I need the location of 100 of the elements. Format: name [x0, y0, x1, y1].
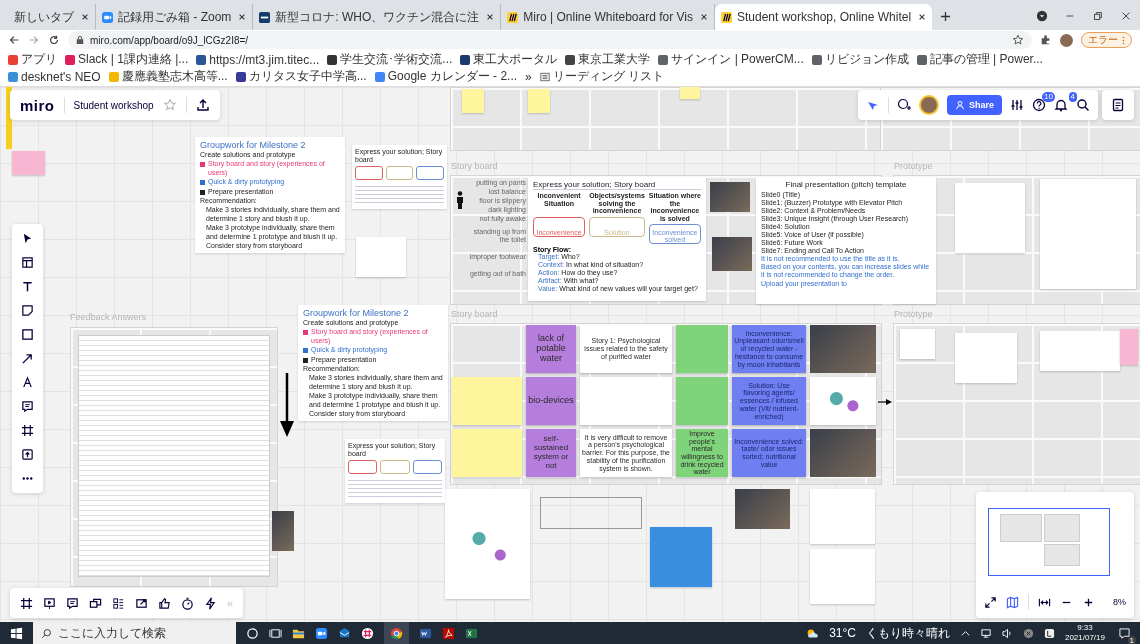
more-bookmarks-button[interactable]: » — [525, 69, 532, 84]
note-card — [452, 377, 522, 425]
profile-avatar[interactable] — [1060, 33, 1073, 47]
close-icon[interactable] — [1120, 10, 1132, 22]
bell-icon[interactable] — [1054, 98, 1068, 112]
bookmark-link[interactable]: 東京工業大学 — [565, 51, 651, 68]
tab-search-icon[interactable] — [1036, 10, 1048, 22]
bookmark-link[interactable]: Google カレンダー - 2... — [374, 68, 518, 85]
board-name[interactable]: Student workshop — [73, 99, 154, 111]
person-icon — [955, 100, 965, 110]
diagram-drawing — [810, 377, 876, 425]
notification-icon[interactable] — [1119, 627, 1130, 639]
templates-icon[interactable] — [21, 256, 34, 269]
card-title: Groupwork for Milestone 2 — [200, 140, 307, 150]
comment-icon[interactable] — [21, 400, 34, 413]
comment-icon[interactable] — [66, 596, 79, 610]
search-field[interactable]: ここに入力して検索 — [33, 622, 236, 644]
browser-tab[interactable]: Student workshop, Online Whitel — [715, 4, 933, 30]
miro-logo[interactable]: miro — [20, 96, 55, 114]
rectangle-icon[interactable] — [21, 328, 34, 341]
close-circle-icon[interactable] — [1022, 627, 1034, 639]
reading-list-button[interactable]: リーディング リスト — [539, 68, 665, 85]
bookmark-link[interactable]: アプリ — [8, 51, 57, 68]
user-avatar[interactable] — [919, 95, 939, 115]
excel-icon[interactable] — [465, 626, 478, 640]
restore-icon[interactable] — [1092, 10, 1104, 22]
frames-icon[interactable] — [20, 596, 33, 610]
frame-icon[interactable] — [21, 424, 34, 437]
close-icon[interactable] — [81, 13, 89, 21]
network-icon[interactable] — [980, 627, 992, 639]
cards-icon[interactable] — [89, 596, 102, 610]
cortana-icon[interactable] — [246, 626, 259, 640]
puzzle-icon[interactable] — [1040, 34, 1052, 46]
bookmark-link[interactable]: リビジョン作成 — [811, 51, 909, 68]
kanban-icon[interactable] — [112, 596, 125, 610]
video-camera-icon — [102, 11, 113, 23]
count-badge: 4 — [1068, 92, 1077, 102]
bookmark-link[interactable]: 学生交流･学術交流... — [327, 51, 453, 68]
bookmark-link[interactable]: カリタス女子中学高... — [235, 68, 367, 85]
share-button[interactable]: Share — [947, 95, 1002, 115]
back-icon[interactable] — [8, 34, 20, 46]
address-bar[interactable]: miro.com/app/board/o9J_lCGz2I8=/ — [68, 31, 1032, 49]
bookmark-link[interactable]: 慶應義塾志木高等... — [108, 68, 228, 85]
timer-icon[interactable] — [181, 596, 194, 610]
presentation-icon[interactable] — [43, 596, 56, 610]
speaker-icon[interactable] — [1001, 627, 1013, 639]
weather-icon[interactable] — [806, 626, 820, 640]
lightning-icon[interactable] — [204, 596, 217, 610]
task-view-icon[interactable] — [269, 626, 282, 640]
bookmark-link[interactable]: サインイン | PowerCM... — [658, 51, 804, 68]
word-icon[interactable] — [419, 626, 432, 640]
windows-start-icon[interactable] — [10, 626, 23, 640]
app-icon[interactable] — [1043, 627, 1055, 639]
thumbs-up-icon[interactable] — [158, 596, 171, 610]
clock[interactable]: 9:33 2021/07/19 — [1064, 623, 1105, 643]
star-icon[interactable] — [1012, 34, 1024, 46]
miro-logo-icon — [721, 11, 732, 23]
fullscreen-icon[interactable] — [984, 595, 997, 609]
story-panel — [355, 166, 383, 181]
line-arrow-icon[interactable] — [21, 352, 34, 365]
bookmark-link[interactable]: Slack | 1課内連絡 |... — [65, 51, 189, 68]
bookmark-link[interactable]: https://mt3.jim.titec... — [196, 51, 320, 68]
reload-icon[interactable] — [48, 34, 60, 46]
add-reaction-icon[interactable] — [897, 98, 911, 112]
chrome-icon[interactable] — [390, 626, 403, 640]
note-card — [955, 333, 1017, 383]
sliders-icon[interactable] — [1010, 98, 1024, 112]
story-panel — [385, 166, 414, 181]
bookmark-link[interactable]: desknet's NEO — [8, 68, 101, 85]
down-arrow-icon — [280, 373, 294, 437]
help-icon[interactable] — [1032, 98, 1046, 112]
close-icon[interactable] — [700, 13, 708, 21]
zoom-level[interactable]: 8% — [1113, 597, 1126, 607]
profile-button[interactable]: エラー — [1081, 32, 1132, 48]
sticky-note-icon[interactable] — [21, 304, 34, 317]
slack-icon[interactable] — [361, 626, 374, 640]
story-panel — [348, 460, 378, 475]
bookmark-link[interactable]: 記事の管理 | Power... — [916, 51, 1043, 68]
notes-icon[interactable] — [1111, 98, 1125, 112]
upload-icon[interactable] — [21, 448, 34, 461]
search-icon[interactable] — [1076, 98, 1090, 112]
story-panel — [416, 166, 444, 181]
person-icon — [455, 191, 465, 209]
close-icon[interactable] — [238, 13, 247, 21]
mail-icon[interactable] — [338, 626, 351, 640]
share-screen-icon[interactable] — [135, 596, 148, 610]
close-icon[interactable] — [486, 13, 495, 21]
select-cursor-icon[interactable] — [21, 232, 34, 245]
whiteboard-canvas[interactable] — [0, 87, 1140, 622]
upload-icon[interactable] — [195, 98, 210, 112]
close-icon[interactable] — [918, 13, 927, 21]
text-tool-icon[interactable] — [21, 280, 34, 293]
video-camera-icon[interactable] — [315, 626, 328, 640]
sticky-note: self-sustained system or not — [526, 429, 576, 477]
pdf-icon[interactable] — [442, 626, 455, 640]
pen-icon[interactable] — [21, 376, 34, 389]
bookmark-link[interactable]: 東工大ポータル — [460, 51, 558, 68]
map-icon[interactable] — [1006, 595, 1019, 609]
star-icon[interactable] — [162, 98, 177, 112]
new-tab-icon[interactable] — [940, 11, 952, 22]
